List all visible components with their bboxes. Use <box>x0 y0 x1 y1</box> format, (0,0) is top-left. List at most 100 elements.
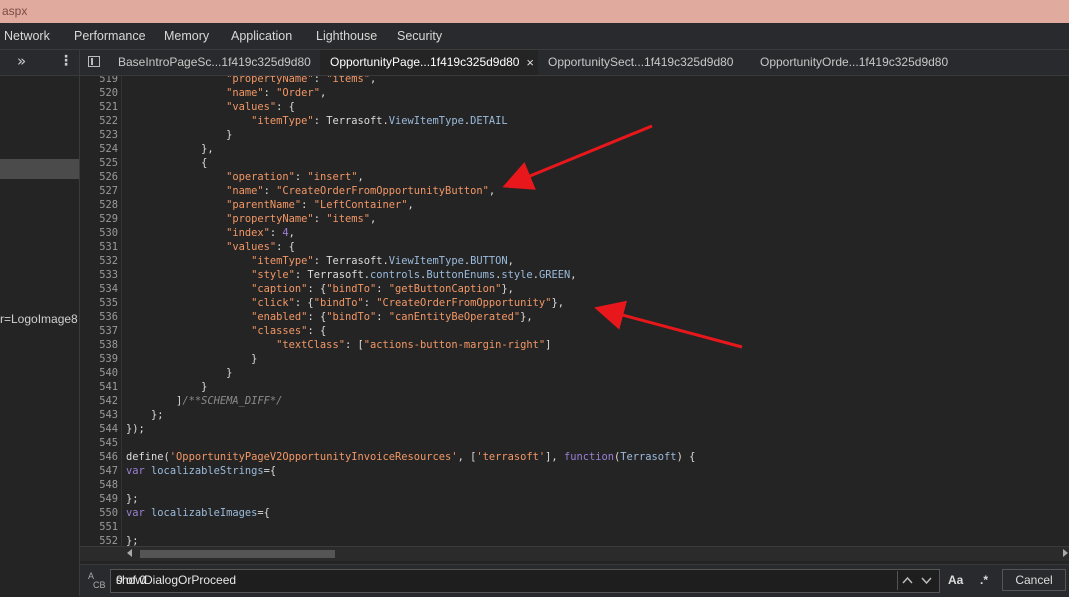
file-tab-opportunity-section[interactable]: OpportunitySect...1f419c325d9d80 <box>540 50 741 75</box>
line-number[interactable]: 522 <box>80 114 118 128</box>
line-number[interactable]: 545 <box>80 436 118 450</box>
line-number[interactable]: 548 <box>80 478 118 492</box>
line-number[interactable]: 519 <box>80 76 118 86</box>
line-number[interactable]: 526 <box>80 170 118 184</box>
line-number[interactable]: 535 <box>80 296 118 310</box>
code-line[interactable]: 532 "itemType": Terrasoft.ViewItemType.B… <box>80 254 1069 268</box>
scrollbar-thumb[interactable] <box>140 550 335 558</box>
line-number[interactable]: 549 <box>80 492 118 506</box>
code-text: "caption": {"bindTo": "getButtonCaption"… <box>251 283 514 295</box>
code-line[interactable]: 550 var localizableImages={ <box>80 506 1069 520</box>
line-number[interactable]: 551 <box>80 520 118 534</box>
kebab-menu-icon[interactable]: ⋮ <box>59 53 73 69</box>
code-line[interactable]: 535 "click": {"bindTo": "CreateOrderFrom… <box>80 296 1069 310</box>
file-tab-base-intro[interactable]: BaseIntroPageSc...1f419c325d9d80 <box>110 50 319 75</box>
code-line[interactable]: 520 "name": "Order", <box>80 86 1069 100</box>
code-line[interactable]: 548 <box>80 478 1069 492</box>
line-number[interactable]: 542 <box>80 394 118 408</box>
horizontal-scrollbar[interactable] <box>80 546 1069 561</box>
line-number[interactable]: 541 <box>80 380 118 394</box>
line-number[interactable]: 539 <box>80 352 118 366</box>
code-line[interactable]: 541 } <box>80 380 1069 394</box>
line-number[interactable]: 550 <box>80 506 118 520</box>
code-line[interactable]: 521 "values": { <box>80 100 1069 114</box>
line-number[interactable]: 524 <box>80 142 118 156</box>
navigator-toolbar: » ⋮ <box>0 50 79 76</box>
line-number[interactable]: 529 <box>80 212 118 226</box>
replace-toggle-icon[interactable]: A CB <box>88 572 106 590</box>
close-tab-icon[interactable]: × <box>526 50 534 75</box>
code-line[interactable]: 542 ]/**SCHEMA_DIFF*/ <box>80 394 1069 408</box>
scroll-left-icon[interactable] <box>127 549 132 557</box>
code-line[interactable]: 552}; <box>80 534 1069 546</box>
line-number[interactable]: 534 <box>80 282 118 296</box>
more-tabs-icon[interactable]: » <box>17 52 26 70</box>
code-line[interactable]: 536 "enabled": {"bindTo": "canEntityBeOp… <box>80 310 1069 324</box>
search-previous-button[interactable] <box>897 571 917 590</box>
code-line[interactable]: 524 }, <box>80 142 1069 156</box>
line-number[interactable]: 537 <box>80 324 118 338</box>
code-line[interactable]: 538 "textClass": ["actions-button-margin… <box>80 338 1069 352</box>
file-tab-opportunity-page[interactable]: OpportunityPage...1f419c325d9d80 × <box>320 50 538 75</box>
search-next-button[interactable] <box>917 571 936 590</box>
code-line[interactable]: 551 <box>80 520 1069 534</box>
regex-button[interactable]: .* <box>980 573 988 587</box>
line-number[interactable]: 523 <box>80 128 118 142</box>
toggle-navigator-icon[interactable] <box>88 56 100 67</box>
tab-network[interactable]: Network <box>4 29 50 43</box>
line-number[interactable]: 547 <box>80 464 118 478</box>
code-line[interactable]: 527 "name": "CreateOrderFromOpportunityB… <box>80 184 1069 198</box>
line-number[interactable]: 540 <box>80 366 118 380</box>
code-line[interactable]: 545 <box>80 436 1069 450</box>
navigator-selected-item[interactable] <box>0 159 79 179</box>
tab-lighthouse[interactable]: Lighthouse <box>316 29 377 43</box>
line-number[interactable]: 552 <box>80 534 118 546</box>
search-input[interactable]: showDialogOrProceed 0 of 0 <box>110 569 940 593</box>
tab-application[interactable]: Application <box>231 29 292 43</box>
line-number[interactable]: 525 <box>80 156 118 170</box>
code-text: "values": { <box>226 101 295 113</box>
code-line[interactable]: 531 "values": { <box>80 240 1069 254</box>
code-line[interactable]: 539 } <box>80 352 1069 366</box>
match-case-button[interactable]: Aa <box>948 573 963 587</box>
code-line[interactable]: 537 "classes": { <box>80 324 1069 338</box>
line-number[interactable]: 530 <box>80 226 118 240</box>
code-line[interactable]: 530 "index": 4, <box>80 226 1069 240</box>
code-line[interactable]: 526 "operation": "insert", <box>80 170 1069 184</box>
code-line[interactable]: 549}; <box>80 492 1069 506</box>
tab-security[interactable]: Security <box>397 29 442 43</box>
code-line[interactable]: 528 "parentName": "LeftContainer", <box>80 198 1069 212</box>
line-number[interactable]: 533 <box>80 268 118 282</box>
line-number[interactable]: 544 <box>80 422 118 436</box>
code-line[interactable]: 519 "propertyName": "items", <box>80 76 1069 86</box>
line-number[interactable]: 527 <box>80 184 118 198</box>
code-line[interactable]: 525 { <box>80 156 1069 170</box>
code-editor[interactable]: 519 "propertyName": "items", 520 "name": … <box>80 76 1069 546</box>
code-line[interactable]: 534 "caption": {"bindTo": "getButtonCapt… <box>80 282 1069 296</box>
line-number[interactable]: 528 <box>80 198 118 212</box>
file-tab-opportunity-order[interactable]: OpportunityOrde...1f419c325d9d80 <box>752 50 956 75</box>
code-line[interactable]: 522 "itemType": Terrasoft.ViewItemType.D… <box>80 114 1069 128</box>
code-text: "values": { <box>226 241 295 253</box>
code-line[interactable]: 529 "propertyName": "items", <box>80 212 1069 226</box>
line-number[interactable]: 521 <box>80 100 118 114</box>
tab-performance[interactable]: Performance <box>74 29 146 43</box>
scroll-right-icon[interactable] <box>1063 549 1068 557</box>
line-number[interactable]: 536 <box>80 310 118 324</box>
navigator-item-logo[interactable]: r=LogoImage8 <box>0 312 78 326</box>
code-line[interactable]: 523 } <box>80 128 1069 142</box>
code-line[interactable]: 540 } <box>80 366 1069 380</box>
code-line[interactable]: 546 define('OpportunityPageV2OpportunityI… <box>80 450 1069 464</box>
tab-memory[interactable]: Memory <box>164 29 209 43</box>
code-line[interactable]: 543 }; <box>80 408 1069 422</box>
line-number[interactable]: 531 <box>80 240 118 254</box>
cancel-search-button[interactable]: Cancel <box>1002 569 1066 591</box>
line-number[interactable]: 520 <box>80 86 118 100</box>
code-line[interactable]: 547 var localizableStrings={ <box>80 464 1069 478</box>
line-number[interactable]: 543 <box>80 408 118 422</box>
line-number[interactable]: 532 <box>80 254 118 268</box>
line-number[interactable]: 538 <box>80 338 118 352</box>
code-line[interactable]: 533 "style": Terrasoft.controls.ButtonEn… <box>80 268 1069 282</box>
code-line[interactable]: 544}); <box>80 422 1069 436</box>
line-number[interactable]: 546 <box>80 450 118 464</box>
